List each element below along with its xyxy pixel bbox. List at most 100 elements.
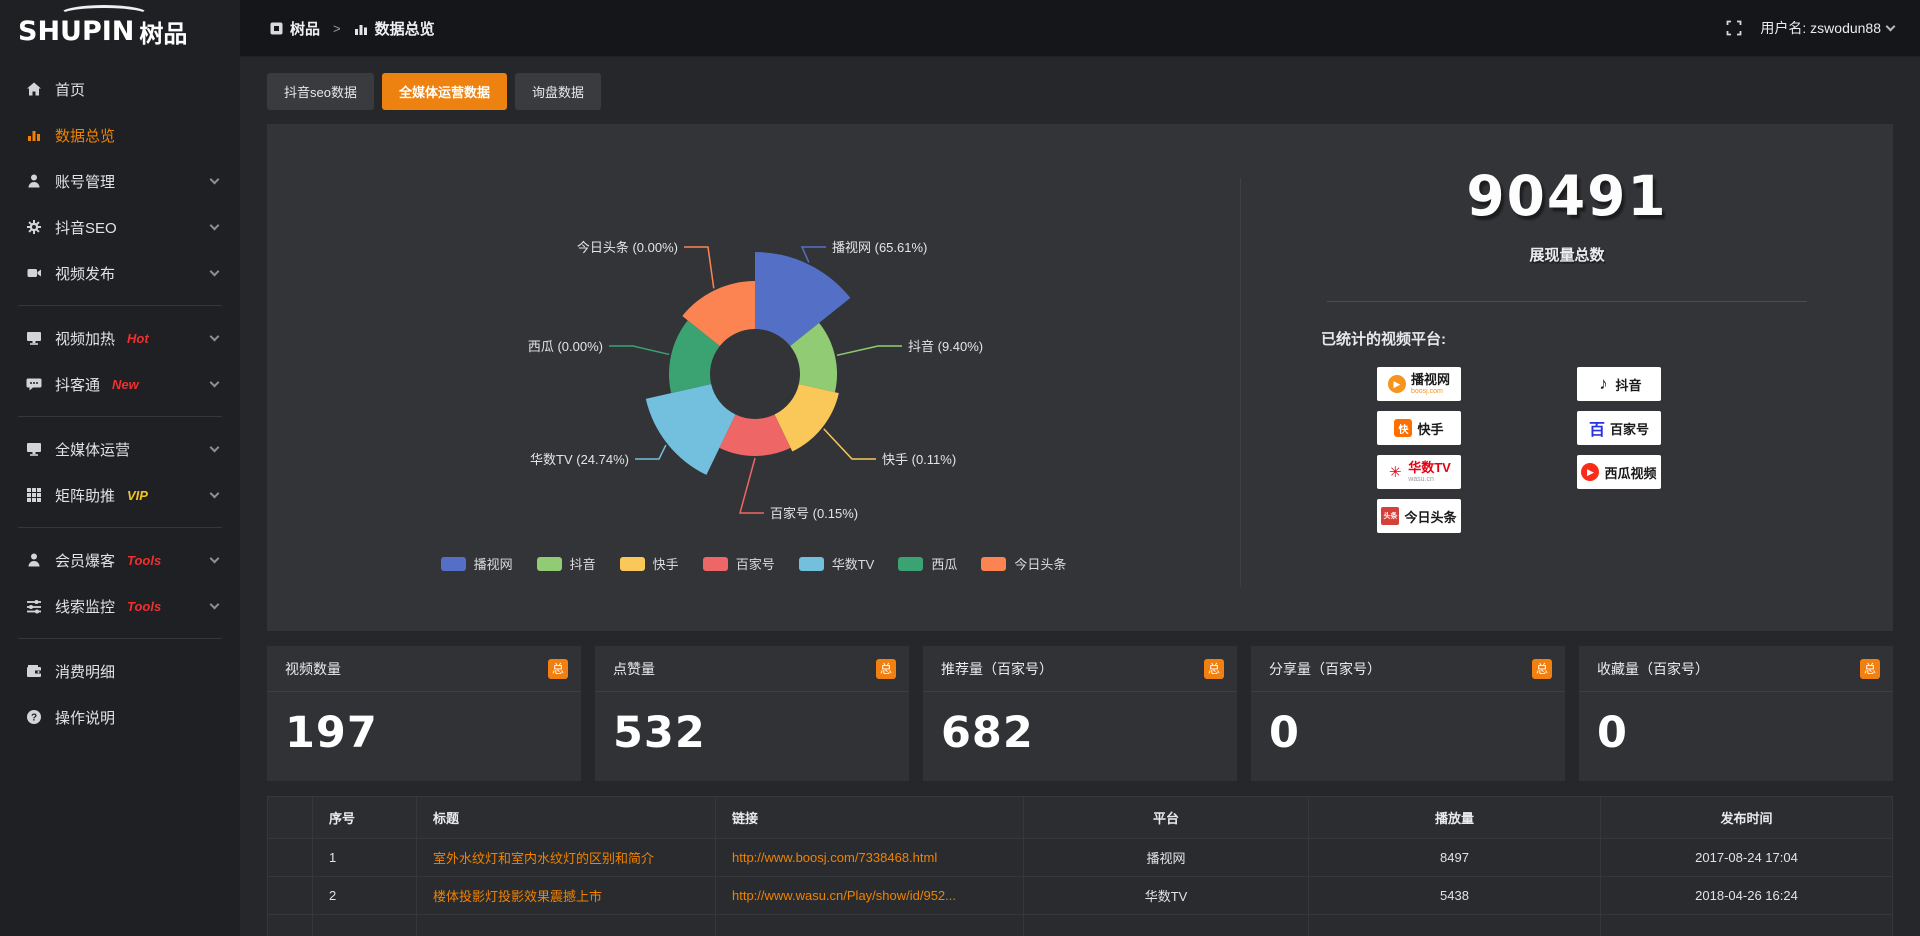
breadcrumb-current: 数据总览 xyxy=(375,18,435,39)
menu-divider xyxy=(18,416,222,417)
sidebar-item-instructions[interactable]: ? 操作说明 xyxy=(0,694,240,740)
col-header-index: 序号 xyxy=(313,797,417,839)
video-title-link[interactable]: 室外水纹灯和室内水纹灯的区别和简介 xyxy=(433,851,654,866)
summary-region: 90491 展现量总数 已统计的视频平台: ▶ 播视网boosj.com 快 快… xyxy=(1241,124,1893,631)
cell-published: 2018-04-26 16:24 xyxy=(1601,877,1893,915)
fullscreen-icon[interactable] xyxy=(1726,20,1742,36)
legend-item-华数TV[interactable]: 华数TV xyxy=(799,554,875,573)
menu-divider xyxy=(18,638,222,639)
col-header-plays: 播放量 xyxy=(1309,797,1601,839)
sidebar-item-home[interactable]: 首页 xyxy=(0,66,240,112)
platform-name: 西瓜视频 xyxy=(1604,463,1656,482)
sidebar-item-expense-detail[interactable]: 消费明细 xyxy=(0,648,240,694)
chevron-down-icon xyxy=(210,488,220,498)
tab-inquiry-data[interactable]: 询盘数据 xyxy=(515,73,601,110)
impressions-total-label: 展现量总数 xyxy=(1241,244,1893,265)
cell-index: 1 xyxy=(313,839,417,877)
table-row-partial xyxy=(268,915,1893,936)
logo-arc xyxy=(58,5,150,25)
video-url-link[interactable]: http://www.wasu.cn/Play/show/id/952... xyxy=(732,888,956,903)
legend-label: 快手 xyxy=(653,554,679,573)
stat-card-title: 收藏量（百家号） xyxy=(1597,659,1709,679)
sidebar-item-douketong[interactable]: 抖客通 New xyxy=(0,361,240,407)
legend-swatch xyxy=(898,557,923,571)
platform-logo-col-left: ▶ 播视网boosj.com 快 快手 ✳ 华数TVwasu.cn 头条 xyxy=(1377,367,1461,533)
sidebar-item-matrix-boost[interactable]: 矩阵助推 VIP xyxy=(0,472,240,518)
sidebar-item-data-overview[interactable]: 数据总览 xyxy=(0,112,240,158)
baijiahao-icon: 百 xyxy=(1589,416,1605,440)
breadcrumb-root[interactable]: 树品 xyxy=(290,18,320,39)
sliders-icon xyxy=(26,598,42,614)
video-title-link[interactable]: 楼体投影灯投影效果震撼上市 xyxy=(433,889,602,904)
douyin-note-icon: ♪ xyxy=(1596,374,1610,394)
question-circle-icon: ? xyxy=(26,709,42,725)
topbar: 树品 > 数据总览 用户名: zswodun88 xyxy=(240,0,1920,57)
summary-divider xyxy=(1327,301,1807,302)
platform-name: 抖音 xyxy=(1615,375,1641,394)
stat-card-title: 推荐量（百家号） xyxy=(941,659,1053,679)
sidebar-item-video-publish[interactable]: 视频发布 xyxy=(0,250,240,296)
legend-swatch xyxy=(537,557,562,571)
breadcrumb: 树品 > 数据总览 xyxy=(270,18,435,39)
platform-logo-grid: ▶ 播视网boosj.com 快 快手 ✳ 华数TVwasu.cn 头条 xyxy=(1377,367,1893,533)
menu-divider xyxy=(18,527,222,528)
legend-item-今日头条[interactable]: 今日头条 xyxy=(981,554,1066,573)
monitor-icon xyxy=(26,441,42,457)
col-header-published: 发布时间 xyxy=(1601,797,1893,839)
chart-legend: 播视网 抖音 快手 百家号 华数TV 西瓜 今日头条 xyxy=(267,554,1240,573)
pie-slice-播视网[interactable] xyxy=(755,252,850,346)
sidebar-item-video-heat[interactable]: 视频加热 Hot xyxy=(0,315,240,361)
cell-index: 2 xyxy=(313,877,417,915)
sidebar-item-label: 全媒体运营 xyxy=(55,439,130,460)
total-badge: 总 xyxy=(548,659,568,679)
boosj-play-icon: ▶ xyxy=(1388,375,1406,393)
video-url-link[interactable]: http://www.boosj.com/7338468.html xyxy=(732,850,937,865)
legend-item-抖音[interactable]: 抖音 xyxy=(537,554,596,573)
legend-swatch xyxy=(799,557,824,571)
app-square-icon xyxy=(270,22,283,35)
legend-item-快手[interactable]: 快手 xyxy=(620,554,679,573)
pie-chart-svg[interactable]: 播视网 (65.61%)抖音 (9.40%)快手 (0.11%)百家号 (0.1… xyxy=(267,124,1240,544)
col-header-platform: 平台 xyxy=(1024,797,1309,839)
sidebar-item-douyin-seo[interactable]: 抖音SEO xyxy=(0,204,240,250)
sidebar-item-omnimedia-ops[interactable]: 全媒体运营 xyxy=(0,426,240,472)
chevron-down-icon xyxy=(210,266,220,276)
stat-card-value: 0 xyxy=(1251,692,1565,758)
pie-slice-华数TV[interactable] xyxy=(646,384,736,475)
user-menu[interactable]: 用户名: zswodun88 xyxy=(1760,18,1894,38)
stat-card-value: 532 xyxy=(595,692,909,758)
legend-swatch xyxy=(441,557,466,571)
main-content: 抖音seo数据 全媒体运营数据 询盘数据 播视网 (65.61%)抖音 (9.4… xyxy=(240,57,1920,936)
legend-label: 播视网 xyxy=(474,554,513,573)
tab-omnimedia-data[interactable]: 全媒体运营数据 xyxy=(382,73,507,110)
sidebar-item-account-mgmt[interactable]: 账号管理 xyxy=(0,158,240,204)
legend-label: 今日头条 xyxy=(1014,554,1066,573)
platform-logo-baijiahao: 百 百家号 xyxy=(1577,411,1661,445)
pie-label: 华数TV (24.74%) xyxy=(530,452,629,467)
xigua-play-icon: ▶ xyxy=(1581,463,1599,481)
stat-card-value: 682 xyxy=(923,692,1237,758)
tab-douyin-seo-data[interactable]: 抖音seo数据 xyxy=(267,73,374,110)
chevron-down-icon xyxy=(210,220,220,230)
legend-label: 百家号 xyxy=(736,554,775,573)
pie-label: 播视网 (65.61%) xyxy=(832,240,927,255)
pie-label-line xyxy=(740,458,764,513)
legend-swatch xyxy=(703,557,728,571)
video-camera-icon xyxy=(26,265,42,281)
platform-share-chart[interactable]: 播视网 (65.61%)抖音 (9.40%)快手 (0.11%)百家号 (0.1… xyxy=(267,124,1240,631)
legend-item-播视网[interactable]: 播视网 xyxy=(441,554,513,573)
sidebar-item-member-leads[interactable]: 会员爆客 Tools xyxy=(0,537,240,583)
wasu-star-icon: ✳ xyxy=(1387,463,1403,481)
col-header-title: 标题 xyxy=(417,797,716,839)
pie-label-line xyxy=(609,346,669,354)
legend-label: 华数TV xyxy=(832,554,875,573)
sidebar-item-clue-monitor[interactable]: 线索监控 Tools xyxy=(0,583,240,629)
stat-card-recommends: 推荐量（百家号）总 682 xyxy=(923,646,1237,781)
legend-item-西瓜[interactable]: 西瓜 xyxy=(898,554,957,573)
legend-item-百家号[interactable]: 百家号 xyxy=(703,554,775,573)
table-header-row: 序号 标题 链接 平台 播放量 发布时间 xyxy=(268,797,1893,839)
menu-divider xyxy=(18,305,222,306)
stat-card-title: 分享量（百家号） xyxy=(1269,659,1381,679)
legend-swatch xyxy=(981,557,1006,571)
app-logo: SHUPIN 树品 xyxy=(0,0,240,62)
